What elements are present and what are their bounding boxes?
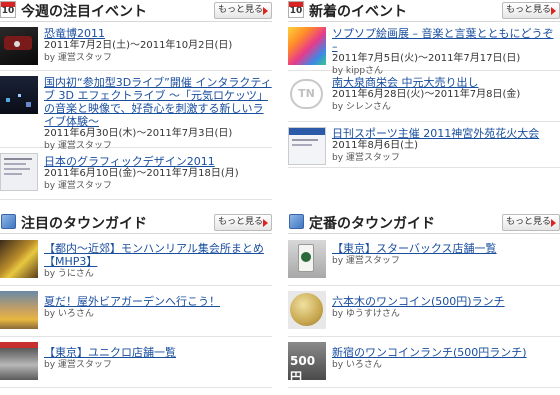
- weekly-events-panel: 10 今週の注目イベント もっと見る 恐竜博2011 2011年7月2日(土)～…: [0, 0, 272, 200]
- guide-title-link[interactable]: 【都内～近郊】モンハンリアル集会所まとめ【MHP3】: [44, 242, 272, 268]
- event-author: by シレンさん: [332, 102, 391, 112]
- weekly-events-title: 今週の注目イベント: [21, 4, 147, 20]
- event-date: 2011年6月30日(木)～2011年7月3日(日): [44, 128, 233, 139]
- guide-thumbnail[interactable]: 500円: [288, 342, 326, 380]
- event-thumbnail[interactable]: [288, 27, 326, 65]
- event-title-link[interactable]: ソプソプ絵画展 – 音楽と言葉とともにどうぞ –: [332, 27, 560, 53]
- guide-title-link[interactable]: 六本木のワンコイン(500円)ランチ: [332, 295, 560, 308]
- list-item: 【東京】ユニクロ店舗一覧 by 運営スタッフ: [0, 338, 272, 388]
- guide-author: by いろさん: [44, 309, 94, 319]
- guide-title-link[interactable]: 新宿のワンコインランチ(500円ランチ): [332, 346, 560, 359]
- guide-author: by うにさん: [44, 269, 94, 279]
- standard-guides-header: 定番のタウンガイド もっと見る: [288, 212, 560, 234]
- arrow-right-icon: [551, 7, 556, 15]
- standard-guides-more-button[interactable]: もっと見る: [502, 214, 560, 231]
- event-date: 2011年7月2日(土)～2011年10月2日(日): [44, 40, 233, 51]
- guide-author: by 運営スタッフ: [332, 256, 400, 266]
- list-item: 夏だ！屋外ビアガーデンへ行こう！ by いろさん: [0, 287, 272, 337]
- featured-guides-header: 注目のタウンガイド もっと見る: [0, 212, 272, 234]
- guide-author: by いろさん: [332, 360, 382, 370]
- arrow-right-icon: [263, 219, 268, 227]
- arrow-right-icon: [551, 219, 556, 227]
- guide-title-link[interactable]: 【東京】スターバックス店舗一覧: [332, 242, 560, 255]
- list-item: 六本木のワンコイン(500円)ランチ by ゆうすけさん: [288, 287, 560, 337]
- event-thumbnail[interactable]: TN: [288, 76, 326, 114]
- guide-title-link[interactable]: 夏だ！屋外ビアガーデンへ行こう！: [44, 295, 272, 308]
- event-thumbnail[interactable]: [288, 127, 326, 165]
- list-item: 【都内～近郊】モンハンリアル集会所まとめ【MHP3】 by うにさん: [0, 236, 272, 286]
- list-item: 日本のグラフィックデザイン2011 2011年6月10日(金)～2011年7月1…: [0, 149, 272, 200]
- featured-guides-panel: 注目のタウンガイド もっと見る 【都内～近郊】モンハンリアル集会所まとめ【MHP…: [0, 212, 272, 388]
- event-date: 2011年6月28日(火)～2011年7月8日(金): [332, 89, 521, 100]
- arrow-right-icon: [263, 7, 268, 15]
- guide-thumbnail[interactable]: [0, 342, 38, 380]
- new-events-header: 10 新着のイベント もっと見る: [288, 0, 560, 22]
- list-item: TN 南大泉商栄会 中元大売り出し 2011年6月28日(火)～2011年7月8…: [288, 72, 560, 122]
- list-item: ソプソプ絵画展 – 音楽と言葉とともにどうぞ – 2011年7月5日(火)～20…: [288, 23, 560, 76]
- list-item: 日刊スポーツ主催 2011神宮外苑花火大会 2011年8月6日(土) by 運営…: [288, 123, 560, 168]
- event-date: 2011年6月10日(金)～2011年7月18日(月): [44, 168, 239, 179]
- calendar-icon: 10: [0, 1, 16, 18]
- event-author: by 運営スタッフ: [332, 153, 400, 163]
- event-date: 2011年7月5日(火)～2011年7月17日(日): [332, 53, 521, 64]
- event-title-link[interactable]: 日本のグラフィックデザイン2011: [44, 155, 272, 168]
- event-thumbnail[interactable]: [0, 153, 38, 191]
- event-title-link[interactable]: 恐竜博2011: [44, 27, 272, 40]
- list-item: 【東京】スターバックス店舗一覧 by 運営スタッフ: [288, 236, 560, 286]
- guide-author: by ゆうすけさん: [332, 309, 400, 319]
- new-events-panel: 10 新着のイベント もっと見る ソプソプ絵画展 – 音楽と言葉とともにどうぞ …: [288, 0, 560, 168]
- event-author: by 運営スタッフ: [44, 181, 112, 191]
- guide-thumbnail[interactable]: [0, 291, 38, 329]
- guidebook-icon: [289, 214, 304, 229]
- featured-guides-more-button[interactable]: もっと見る: [214, 214, 272, 231]
- event-author: by 運営スタッフ: [44, 53, 112, 63]
- standard-guides-panel: 定番のタウンガイド もっと見る 【東京】スターバックス店舗一覧 by 運営スタッ…: [288, 212, 560, 388]
- guide-thumbnail[interactable]: [288, 240, 326, 278]
- event-thumbnail[interactable]: [0, 76, 38, 114]
- guide-thumbnail[interactable]: [288, 291, 326, 329]
- standard-guides-title: 定番のタウンガイド: [309, 216, 435, 232]
- guide-title-link[interactable]: 【東京】ユニクロ店舗一覧: [44, 346, 272, 359]
- event-title-link[interactable]: 国内初“参加型3Dライブ”開催 インタラクティブ 3D エフェクトライブ ～「元…: [44, 76, 272, 128]
- new-events-more-button[interactable]: もっと見る: [502, 2, 560, 19]
- list-item: 国内初“参加型3Dライブ”開催 インタラクティブ 3D エフェクトライブ ～「元…: [0, 72, 272, 151]
- guidebook-icon: [1, 214, 16, 229]
- calendar-icon: 10: [288, 1, 304, 18]
- event-date: 2011年8月6日(土): [332, 140, 418, 151]
- event-title-link[interactable]: 南大泉商栄会 中元大売り出し: [332, 76, 560, 89]
- list-item: 500円 新宿のワンコインランチ(500円ランチ) by いろさん: [288, 338, 560, 388]
- featured-guides-title: 注目のタウンガイド: [21, 216, 147, 232]
- weekly-events-more-button[interactable]: もっと見る: [214, 2, 272, 19]
- weekly-events-header: 10 今週の注目イベント もっと見る: [0, 0, 272, 22]
- list-item: 恐竜博2011 2011年7月2日(土)～2011年10月2日(日) by 運営…: [0, 23, 272, 71]
- guide-author: by 運営スタッフ: [44, 360, 112, 370]
- new-events-title: 新着のイベント: [309, 4, 407, 20]
- guide-thumbnail[interactable]: [0, 240, 38, 278]
- event-title-link[interactable]: 日刊スポーツ主催 2011神宮外苑花火大会: [332, 127, 560, 140]
- event-thumbnail[interactable]: [0, 27, 38, 65]
